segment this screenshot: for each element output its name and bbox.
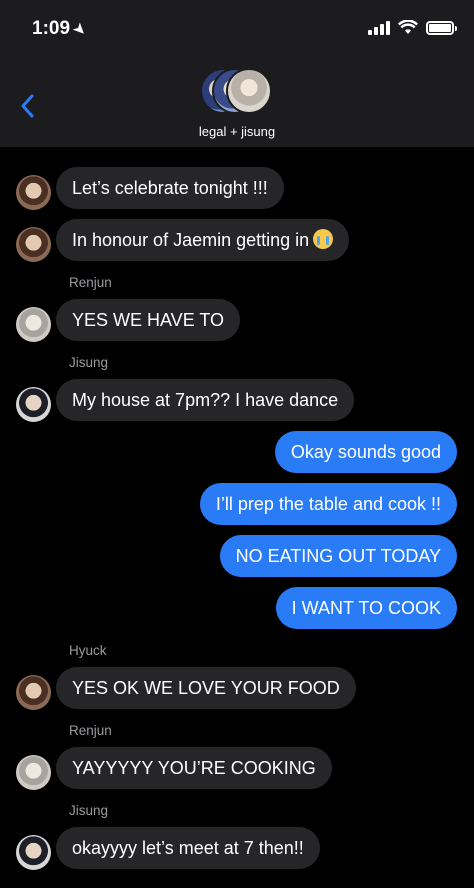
member-avatar	[226, 68, 272, 114]
message-text: In honour of Jaemin getting in	[72, 230, 310, 250]
sender-avatar[interactable]	[16, 175, 51, 210]
chevron-left-icon	[21, 94, 34, 118]
cellular-signal-icon	[368, 20, 390, 35]
incoming-message[interactable]: My house at 7pm?? I have dance	[56, 379, 355, 421]
incoming-message[interactable]: In honour of Jaemin getting in	[56, 219, 350, 261]
sender-avatar[interactable]	[16, 835, 51, 870]
sender-avatar[interactable]	[16, 755, 51, 790]
battery-icon	[426, 20, 457, 35]
sender-avatar[interactable]	[16, 387, 51, 422]
message-list: Let’s celebrate tonight !!! In honour of…	[0, 147, 474, 888]
incoming-message[interactable]: YAYYYYY YOU’RE COOKING	[56, 747, 332, 789]
back-button[interactable]	[14, 90, 42, 122]
outgoing-message[interactable]: Okay sounds good	[274, 431, 457, 473]
wifi-icon	[398, 19, 418, 35]
sender-name: Hyuck	[69, 643, 107, 658]
incoming-message[interactable]: YES OK WE LOVE YOUR FOOD	[56, 667, 356, 709]
incoming-message[interactable]: YES WE HAVE TO	[56, 299, 241, 341]
sender-avatar[interactable]	[16, 675, 51, 710]
outgoing-message[interactable]: NO EATING OUT TODAY	[219, 535, 457, 577]
group-avatar[interactable]	[200, 68, 276, 116]
loudly-crying-face-emoji	[313, 229, 334, 249]
sender-avatar[interactable]	[16, 227, 51, 262]
navigation-header: 1:09➤ legal + jisung	[0, 0, 474, 147]
status-time-text: 1:09	[32, 18, 71, 39]
status-time: 1:09➤	[32, 18, 90, 40]
group-name[interactable]: legal + jisung	[0, 124, 474, 139]
sender-name: Renjun	[69, 275, 112, 290]
status-icons	[368, 19, 457, 35]
sender-name: Jisung	[69, 803, 109, 818]
location-arrow-icon: ➤	[70, 19, 91, 39]
outgoing-message[interactable]: I’ll prep the table and cook !!	[199, 483, 457, 525]
outgoing-message[interactable]: I WANT TO COOK	[275, 587, 457, 629]
sender-name: Jisung	[69, 355, 109, 370]
incoming-message[interactable]: Let’s celebrate tonight !!!	[56, 167, 284, 209]
incoming-message[interactable]: okayyyy let’s meet at 7 then!!	[56, 827, 320, 869]
sender-avatar[interactable]	[16, 307, 51, 342]
sender-name: Renjun	[69, 723, 112, 738]
